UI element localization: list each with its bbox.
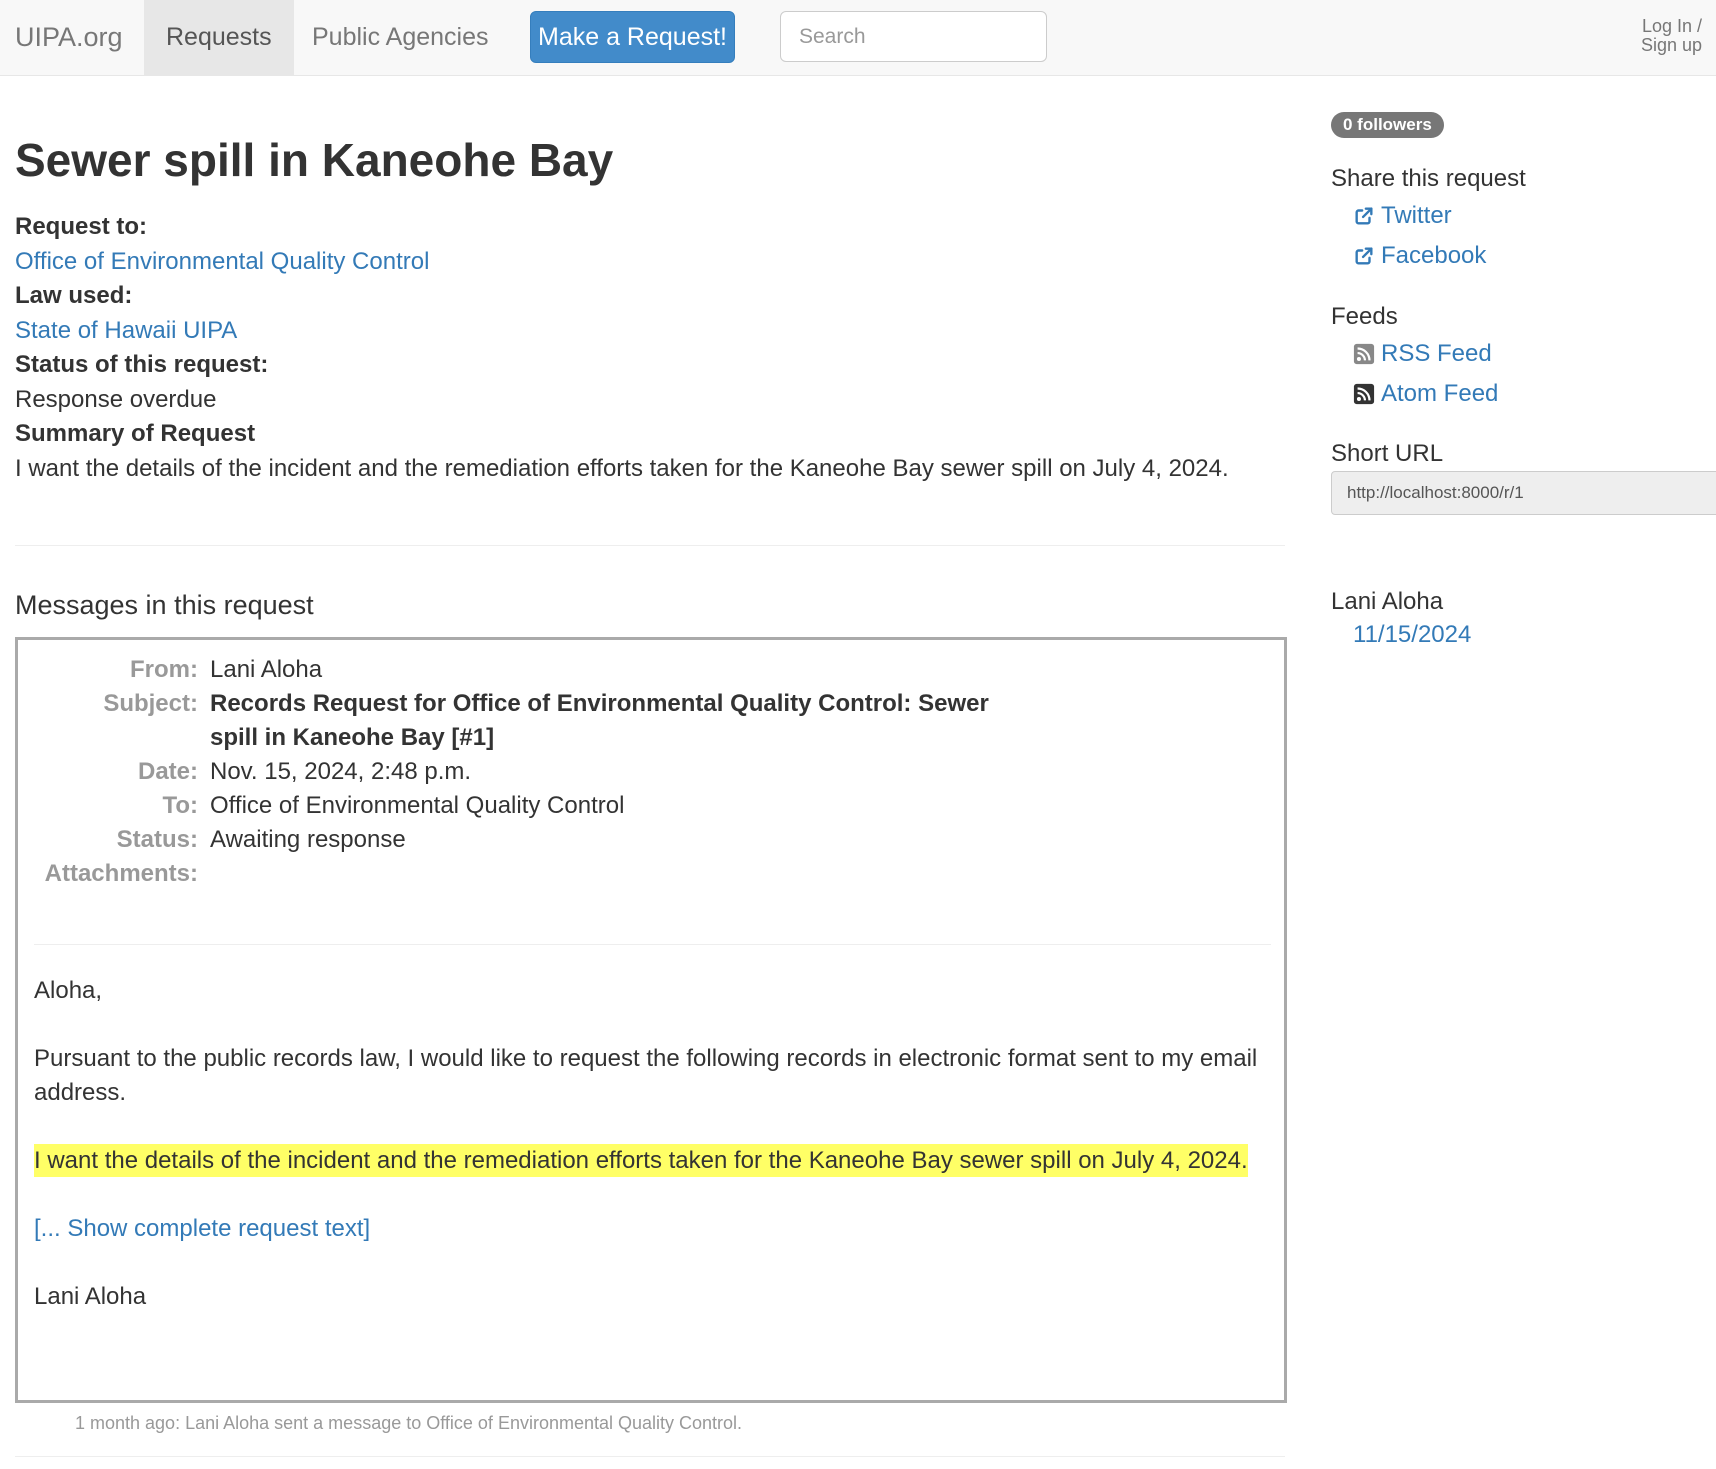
followers-badge: 0 followers [1331, 112, 1444, 138]
status-value: Response overdue [15, 385, 217, 413]
share-heading: Share this request [1331, 165, 1526, 192]
facebook-label: Facebook [1381, 242, 1487, 269]
message-date-link[interactable]: Nov. 15, 2024, 2:48 p.m. [210, 755, 1110, 789]
subject-value: Records Request for Office of Environmen… [210, 690, 989, 751]
share-icon [1355, 247, 1373, 265]
page-title: Sewer spill in Kaneohe Bay [15, 134, 614, 186]
nav-public-agencies[interactable]: Public Agencies [290, 0, 511, 75]
attachments-label: Attachments: [44, 860, 198, 887]
message-body: Aloha, Pursuant to the public records la… [34, 974, 1274, 1348]
message-card: From: Lani Aloha Subject: Records Reques… [15, 637, 1287, 1403]
highlighted-request-text: I want the details of the incident and t… [34, 1144, 1248, 1177]
share-twitter-link[interactable]: Twitter [1353, 202, 1452, 230]
make-request-button[interactable]: Make a Request! [530, 11, 735, 63]
message-event-note: 1 month ago: Lani Aloha sent a message t… [75, 1413, 743, 1433]
rss-feed-link[interactable]: RSS Feed [1353, 340, 1492, 368]
message-greeting: Aloha, [34, 977, 103, 1004]
message-signature: Lani Aloha [34, 1283, 147, 1310]
summary-text: I want the details of the incident and t… [15, 454, 1229, 482]
nav-requests[interactable]: Requests [144, 0, 294, 75]
messages-heading: Messages in this request [15, 590, 314, 620]
message-status-value: Awaiting response [210, 826, 406, 853]
subject-label: Subject: [103, 690, 198, 717]
twitter-label: Twitter [1381, 202, 1452, 229]
atom-feed-icon [1353, 383, 1375, 405]
rss-feed-icon [1353, 343, 1375, 365]
show-complete-request-link[interactable]: [... Show complete request text] [34, 1215, 370, 1242]
short-url-heading: Short URL [1331, 440, 1444, 467]
share-facebook-link[interactable]: Facebook [1353, 242, 1486, 270]
divider [15, 545, 1285, 546]
atom-feed-label: Atom Feed [1381, 380, 1499, 407]
login-label: Log In / [1641, 16, 1702, 36]
search-input[interactable] [780, 11, 1047, 62]
signup-label: Sign up [1640, 35, 1702, 55]
request-meta: Request to: Office of Environmental Qual… [15, 210, 1229, 486]
message-header-divider [34, 944, 1271, 945]
message-paragraph: Pursuant to the public records law, I wo… [34, 1045, 1258, 1106]
summary-label: Summary of Request [15, 420, 256, 447]
from-label: From: [130, 656, 198, 683]
atom-feed-link[interactable]: Atom Feed [1353, 380, 1498, 408]
login-signup-link[interactable]: Log In / Sign up [1641, 17, 1702, 55]
share-icon [1355, 207, 1373, 225]
requester-date-link[interactable]: 11/15/2024 [1353, 621, 1471, 649]
rss-feed-label: RSS Feed [1381, 340, 1492, 367]
law-used-link[interactable]: State of Hawaii UIPA [15, 317, 237, 344]
short-url-field[interactable] [1331, 471, 1716, 515]
requester-name: Lani Aloha [1331, 588, 1444, 615]
from-value: Lani Aloha [210, 656, 323, 683]
to-label: To: [162, 792, 198, 819]
status-label: Status of this request: [15, 351, 269, 378]
law-used-label: Law used: [15, 282, 133, 309]
request-to-label: Request to: [15, 213, 147, 240]
date-label: Date: [137, 758, 198, 785]
request-to-agency-link[interactable]: Office of Environmental Quality Control [15, 248, 429, 275]
brand-logo[interactable]: UIPA.org [15, 22, 123, 53]
feeds-heading: Feeds [1331, 303, 1398, 330]
message-status-label: Status: [116, 826, 198, 853]
bottom-divider [15, 1456, 1285, 1457]
message-to-link[interactable]: Office of Environmental Quality Control [210, 789, 1110, 823]
top-navbar: UIPA.org Requests Public Agencies Make a… [0, 0, 1716, 76]
